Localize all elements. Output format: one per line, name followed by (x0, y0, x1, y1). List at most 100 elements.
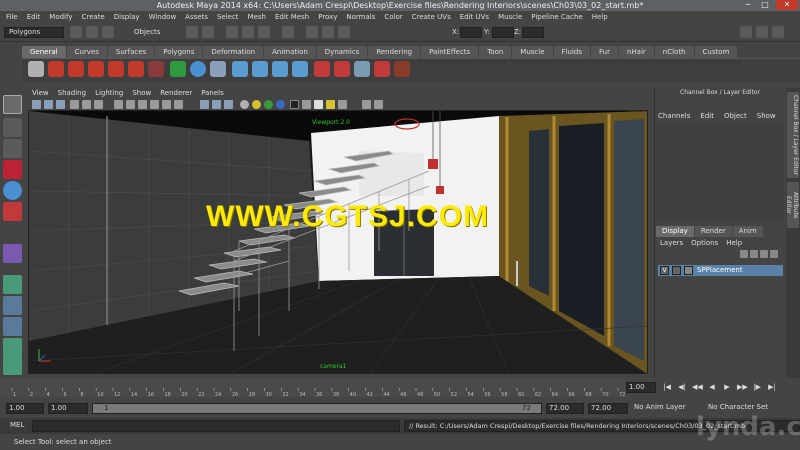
exposure-icon[interactable] (302, 100, 311, 109)
step-forward-frame-button[interactable]: |▶ (752, 383, 762, 392)
xray-icon[interactable] (200, 100, 209, 109)
menu-edit-uvs[interactable]: Edit UVs (460, 13, 489, 21)
four-view-layout-icon[interactable] (3, 296, 22, 315)
select-by-object-icon[interactable] (202, 26, 214, 38)
shelf-tab-deformation[interactable]: Deformation (203, 46, 264, 58)
sculpt-tool-icon[interactable] (88, 61, 104, 77)
help-question-icon[interactable] (48, 61, 64, 77)
layer-color-swatch[interactable] (684, 266, 693, 275)
eraser-tool-icon[interactable] (148, 61, 164, 77)
shelf-tab-painteffects[interactable]: PaintEffects (421, 46, 479, 58)
shelf-tab-surfaces[interactable]: Surfaces (107, 46, 155, 58)
layer-tab-display[interactable]: Display (656, 226, 694, 237)
persp-graph-layout-icon[interactable] (3, 338, 22, 357)
image-plane-icon[interactable] (56, 100, 65, 109)
menu-set-dropdown[interactable]: Polygons (4, 27, 64, 38)
rotate-tool-icon[interactable] (3, 181, 22, 200)
lights-icon[interactable] (162, 100, 171, 109)
move-layer-up-icon[interactable] (740, 250, 748, 258)
toggle-tool-settings-icon[interactable] (756, 26, 768, 38)
channel-menu-edit[interactable]: Edit (700, 112, 714, 120)
wireframe-on-shaded-icon[interactable] (138, 100, 147, 109)
save-scene-icon[interactable] (102, 26, 114, 38)
selection-mode-label[interactable]: Objects (118, 27, 178, 38)
playblast-icon[interactable] (374, 100, 383, 109)
shelf-tab-general[interactable]: General (22, 46, 66, 58)
menu-file[interactable]: File (6, 13, 18, 21)
brush-tool-icon[interactable] (128, 61, 144, 77)
viewport-menu-view[interactable]: View (32, 89, 49, 97)
menu-normals[interactable]: Normals (346, 13, 375, 21)
step-back-key-button[interactable]: ◀◀ (692, 383, 703, 392)
channel-menu-channels[interactable]: Channels (658, 112, 690, 120)
viewport-menu-shading[interactable]: Shading (58, 89, 86, 97)
shelf-tab-animation[interactable]: Animation (264, 46, 316, 58)
minimize-button[interactable]: ─ (740, 0, 756, 10)
x-input[interactable] (460, 27, 482, 38)
parent-icon[interactable] (272, 61, 288, 77)
snap-curve-icon[interactable] (242, 26, 254, 38)
hypershade-icon[interactable] (394, 61, 410, 77)
play-forwards-button[interactable]: ▶ (722, 383, 732, 392)
character-set-dropdown[interactable]: No Character Set (708, 403, 768, 411)
viewport-menu-lighting[interactable]: Lighting (95, 89, 123, 97)
camera-icon[interactable] (354, 61, 370, 77)
viewport-menu-panels[interactable]: Panels (201, 89, 224, 97)
isolate-select-icon[interactable] (224, 100, 233, 109)
menu-create[interactable]: Create (81, 13, 104, 21)
depth-of-field-icon[interactable] (276, 100, 285, 109)
viewport-menu-renderer[interactable]: Renderer (160, 89, 192, 97)
snapshot-icon[interactable] (362, 100, 371, 109)
menu-pipeline-cache[interactable]: Pipeline Cache (531, 13, 582, 21)
mel-command-input[interactable] (32, 420, 400, 432)
menu-edit-mesh[interactable]: Edit Mesh (275, 13, 309, 21)
menu-display[interactable]: Display (114, 13, 140, 21)
layer-playback-toggle[interactable] (672, 266, 681, 275)
bookmark-icon[interactable] (44, 100, 53, 109)
lasso-tool-icon[interactable] (3, 118, 22, 137)
toggle-attribute-editor-icon[interactable] (740, 26, 752, 38)
maximize-button[interactable]: □ (757, 0, 773, 10)
shelf-tab-rendering[interactable]: Rendering (368, 46, 421, 58)
spot-light-icon[interactable] (334, 61, 350, 77)
perspective-viewport[interactable] (28, 110, 648, 374)
step-forward-key-button[interactable]: ▶▶ (737, 383, 748, 392)
persp-outliner-layout-icon[interactable] (3, 317, 22, 336)
smooth-shade-icon[interactable] (126, 100, 135, 109)
light-icon[interactable] (314, 61, 330, 77)
sphere-icon[interactable] (190, 61, 206, 77)
render-settings-icon[interactable] (338, 26, 350, 38)
menu-window[interactable]: Window (149, 13, 177, 21)
menu-assets[interactable]: Assets (185, 13, 208, 21)
shelf-tab-ncloth[interactable]: nCloth (654, 46, 694, 58)
leaf-icon[interactable] (170, 61, 186, 77)
mel-label[interactable]: MEL (10, 421, 24, 429)
shelf-tab-nhair[interactable]: nHair (618, 46, 654, 58)
light-icon-vp[interactable] (326, 100, 335, 109)
close-button[interactable]: ✕ (776, 0, 798, 10)
shelf-tab-muscle[interactable]: Muscle (512, 46, 553, 58)
cylinder-icon[interactable] (292, 61, 308, 77)
open-scene-icon[interactable] (86, 26, 98, 38)
select-tool-icon[interactable] (3, 95, 22, 114)
channel-menu-show[interactable]: Show (757, 112, 776, 120)
film-reel-icon[interactable] (28, 61, 44, 77)
scale-tool-icon[interactable] (3, 202, 22, 221)
ipr-render-icon[interactable] (322, 26, 334, 38)
ambient-occlusion-icon[interactable] (240, 100, 249, 109)
xray-joints-icon[interactable] (212, 100, 221, 109)
layer-tab-render[interactable]: Render (694, 226, 732, 237)
render-icon[interactable] (306, 26, 318, 38)
shelf-tab-dynamics[interactable]: Dynamics (316, 46, 368, 58)
select-by-hierarchy-icon[interactable] (186, 26, 198, 38)
toggle-channel-box-icon[interactable] (772, 26, 784, 38)
viewport-menu-show[interactable]: Show (132, 89, 151, 97)
manipulator-tool-icon[interactable] (3, 244, 22, 263)
hud-icon[interactable] (338, 100, 347, 109)
film-gate-icon[interactable] (82, 100, 91, 109)
shelf-tab-curves[interactable]: Curves (66, 46, 107, 58)
camera-attributes-icon[interactable] (32, 100, 41, 109)
paint-tool-icon[interactable] (68, 61, 84, 77)
group-icon[interactable] (252, 61, 268, 77)
side-tab-attribute-editor[interactable]: Attribute Editor (785, 182, 799, 228)
